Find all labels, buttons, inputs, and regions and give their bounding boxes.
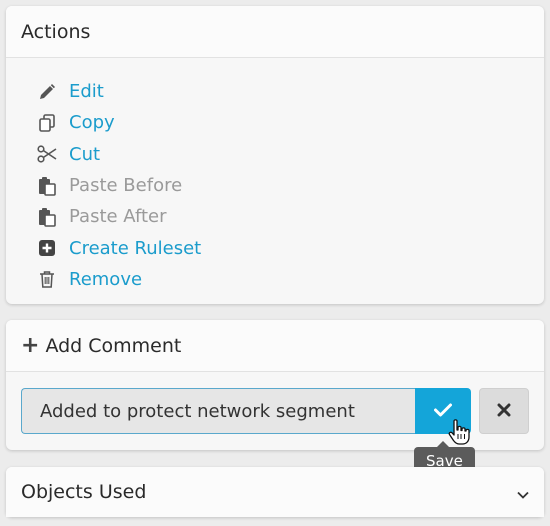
action-paste-after: Paste After xyxy=(36,201,544,232)
chevron-down-icon xyxy=(516,485,530,504)
objects-used-title: Objects Used xyxy=(6,467,544,517)
hand-pointer-cursor-icon xyxy=(447,418,471,450)
copy-icon xyxy=(36,113,58,133)
comment-input[interactable] xyxy=(21,388,415,434)
action-label: Paste After xyxy=(69,206,167,228)
action-label: Remove xyxy=(69,268,143,290)
action-label: Copy xyxy=(69,112,115,134)
actions-list: Edit Copy Cut Paste Before Paste After C… xyxy=(6,58,544,295)
scissors-icon xyxy=(36,144,58,164)
objects-used-panel[interactable]: Objects Used xyxy=(6,467,544,517)
action-paste-before: Paste Before xyxy=(36,170,544,201)
add-comment-header[interactable]: + Add Comment xyxy=(6,320,544,372)
action-label: Create Ruleset xyxy=(69,237,202,259)
pencil-icon xyxy=(36,82,58,102)
actions-header: Actions xyxy=(6,6,544,58)
action-label: Paste Before xyxy=(69,175,183,197)
paste-icon xyxy=(36,207,58,227)
action-edit[interactable]: Edit xyxy=(36,76,544,107)
trash-icon xyxy=(36,269,58,289)
plus-icon: + xyxy=(21,332,40,358)
paste-icon xyxy=(36,176,58,196)
action-cut[interactable]: Cut xyxy=(36,139,544,170)
add-comment-title: Add Comment xyxy=(45,334,182,357)
actions-panel: Actions Edit Copy Cut Paste Before Paste… xyxy=(6,6,544,304)
action-label: Edit xyxy=(69,81,104,103)
action-remove[interactable]: Remove xyxy=(36,264,544,295)
action-copy[interactable]: Copy xyxy=(36,107,544,138)
plus-square-icon xyxy=(36,238,58,258)
close-icon xyxy=(497,403,511,420)
check-icon xyxy=(434,403,452,420)
action-create-ruleset[interactable]: Create Ruleset xyxy=(36,232,544,263)
action-label: Cut xyxy=(69,143,101,165)
cancel-button[interactable] xyxy=(479,388,529,434)
